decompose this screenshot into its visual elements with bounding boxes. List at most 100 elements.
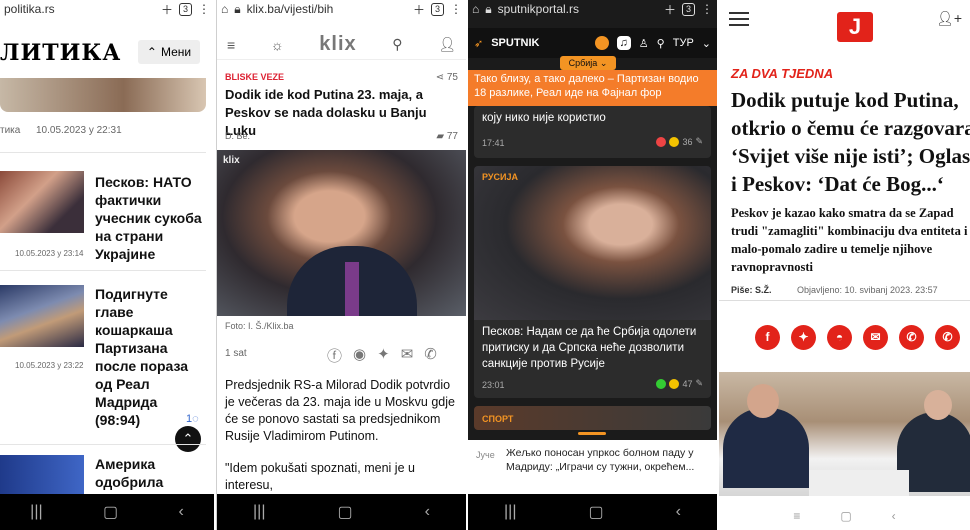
card-tag[interactable]: СПОРТ <box>482 414 513 424</box>
facebook-icon[interactable]: f <box>755 325 780 350</box>
viber-icon[interactable]: ✆ <box>424 345 437 366</box>
article-title[interactable]: Подигнуте главе кошаркаша Партизана посл… <box>95 285 206 429</box>
article-kicker[interactable]: ZA DVA TJEDNA <box>731 66 833 81</box>
sputnik-icon: ➶ <box>474 37 484 50</box>
article-thumb[interactable] <box>0 285 84 347</box>
user-icon[interactable]: ♙ <box>639 37 649 50</box>
search-icon[interactable]: ⚲ <box>657 37 665 50</box>
breaking-banner[interactable]: Тако близу, а тако далеко – Партизан вод… <box>468 70 717 106</box>
article-title[interactable]: Песков: НАТО фактички учесник сукоба на … <box>95 173 206 263</box>
url-text[interactable]: sputnikportal.rs <box>498 2 658 16</box>
email-icon[interactable]: ✉ <box>863 325 888 350</box>
hamburger-icon[interactable]: ≡ <box>227 37 235 53</box>
messenger-icon[interactable]: ◉ <box>353 345 366 366</box>
email-icon[interactable]: ✉ <box>401 345 414 366</box>
article-thumb[interactable] <box>0 455 84 495</box>
site-logo[interactable]: klix <box>319 33 356 56</box>
site-logo[interactable]: ЛИТИКА <box>0 40 121 66</box>
home-icon[interactable]: ▢ <box>337 502 352 522</box>
comment-count[interactable]: 1◌ <box>186 413 199 425</box>
recent-apps-icon[interactable]: ≡ <box>793 509 800 523</box>
card-tag[interactable]: РУСИЈА <box>482 172 518 182</box>
back-icon[interactable]: ‹ <box>676 503 681 521</box>
author: D. Be. <box>225 131 251 141</box>
article-title: Dodik putuje kod Putina, otkrio o čemu ć… <box>731 88 970 196</box>
list-item[interactable]: Подигнуте главе кошаркаша Партизана посл… <box>0 270 206 440</box>
home-icon[interactable]: ▢ <box>840 509 851 523</box>
photo-figure <box>747 384 779 418</box>
news-card[interactable]: СПОРТ <box>474 406 711 430</box>
more-icon[interactable]: ⋮ <box>198 2 210 16</box>
share-bar: f ✦ ◓ ✉ ✆ ✆ <box>755 325 960 350</box>
publish-date: Objavljeno: 10. svibanj 2023. 23:57 <box>797 285 938 295</box>
article-title[interactable]: Америка одобрила <box>95 455 206 491</box>
meta-author: тика <box>0 125 21 136</box>
whatsapp-icon[interactable]: ✆ <box>935 325 960 350</box>
back-icon[interactable]: ‹ <box>892 509 896 523</box>
menu-button[interactable]: ⌃ Мени <box>138 40 200 64</box>
chevron-down-icon[interactable]: ⌄ <box>702 37 711 50</box>
card-title[interactable]: Песков: Надам се да ће Србија одолети пр… <box>482 324 702 372</box>
article-date: 10.05.2023 у 23:14 <box>15 249 84 258</box>
home-icon[interactable]: ⌂ <box>221 2 228 16</box>
scroll-indicator <box>578 432 606 435</box>
new-tab-icon[interactable]: ＋ <box>413 1 425 18</box>
lock-icon: 🔒︎ <box>485 1 492 16</box>
reactions[interactable]: 47 ✎ <box>656 378 703 389</box>
recent-apps-icon[interactable]: ||| <box>30 503 42 521</box>
theme-icon[interactable]: ☼ <box>271 37 284 53</box>
list-item[interactable]: Песков: НАТО фактички учесник сукоба на … <box>0 152 206 270</box>
news-card[interactable]: Песков: Надам се да ће Србија одолети пр… <box>474 320 711 398</box>
site-logo[interactable]: SPUTNIK <box>491 37 539 49</box>
recent-apps-icon[interactable]: ||| <box>253 503 265 521</box>
region-selector[interactable]: Србија ⌄ <box>560 56 616 70</box>
header-image[interactable] <box>0 78 206 112</box>
messenger-icon[interactable]: ◓ <box>827 325 852 350</box>
panel-sputnik: ⌂ 🔒︎ sputnikportal.rs ＋ 3 ⋮ ➶ SPUTNIK ♫ … <box>468 0 717 530</box>
back-icon[interactable]: ‹ <box>425 503 430 521</box>
more-icon[interactable]: ⋮ <box>450 2 462 16</box>
tab-count[interactable]: 3 <box>681 2 695 16</box>
news-card[interactable]: коју нико није користио 17:41 36 ✎ <box>474 106 711 158</box>
card-title[interactable]: коју нико није користио <box>482 110 606 126</box>
recent-apps-icon[interactable]: ||| <box>504 503 516 521</box>
language-selector[interactable]: ТУР <box>673 37 694 49</box>
comment-count[interactable]: ▰ 77 <box>436 131 458 142</box>
back-icon[interactable]: ‹ <box>178 503 183 521</box>
comment-icon: ✎ <box>695 378 703 388</box>
brief-text[interactable]: Жељко поносан упркос болном паду у Мадри… <box>506 446 710 474</box>
home-icon[interactable]: ⌂ <box>472 2 479 16</box>
hamburger-icon[interactable] <box>729 12 749 26</box>
home-icon[interactable]: ▢ <box>103 502 118 522</box>
facebook-icon[interactable]: ⓕ <box>327 345 342 366</box>
live-icon[interactable] <box>594 36 609 50</box>
brief-item[interactable]: Јуче Жељко поносан упркос болном паду у … <box>468 440 717 494</box>
more-icon[interactable]: ⋮ <box>701 2 713 16</box>
browser-bar: ⌂ 🔒︎ klix.ba/vijesti/bih ＋ 3 ⋮ <box>217 0 466 18</box>
url-text[interactable]: klix.ba/vijesti/bih <box>247 2 407 16</box>
card-image[interactable] <box>474 166 711 320</box>
article-title: Dodik ide kod Putina 23. maja, a Peskov … <box>225 87 427 138</box>
twitter-icon[interactable]: ✦ <box>791 325 816 350</box>
phone-icon[interactable]: ✆ <box>899 325 924 350</box>
category-label[interactable]: BLISKE VEZE <box>225 72 284 82</box>
article-thumb[interactable] <box>0 171 84 233</box>
user-icon[interactable]: 👤︎ <box>438 36 456 53</box>
tab-count[interactable]: 3 <box>430 2 444 16</box>
tab-count[interactable]: 3 <box>178 2 192 16</box>
photo-watermark: klix <box>223 155 240 166</box>
panel-klix: ⌂ 🔒︎ klix.ba/vijesti/bih ＋ 3 ⋮ ≡ ☼ klix … <box>216 0 466 530</box>
home-icon[interactable]: ▢ <box>588 502 603 522</box>
new-tab-icon[interactable]: ＋ <box>664 1 676 18</box>
twitter-icon[interactable]: ✦ <box>377 345 390 366</box>
url-text[interactable]: politika.rs <box>4 2 155 16</box>
site-logo[interactable]: J <box>837 12 873 42</box>
reactions[interactable]: 36 ✎ <box>656 136 703 147</box>
browser-bar: politika.rs ＋ 3 ⋮ <box>0 0 214 18</box>
search-icon[interactable]: ⚲ <box>392 36 402 53</box>
radio-icon[interactable]: ♫ <box>616 36 631 50</box>
angry-emoji-icon <box>656 136 667 147</box>
list-item[interactable]: Америка одобрила <box>0 444 206 495</box>
add-user-icon[interactable]: 👤︎+ <box>936 10 962 27</box>
new-tab-icon[interactable]: ＋ <box>161 1 173 18</box>
